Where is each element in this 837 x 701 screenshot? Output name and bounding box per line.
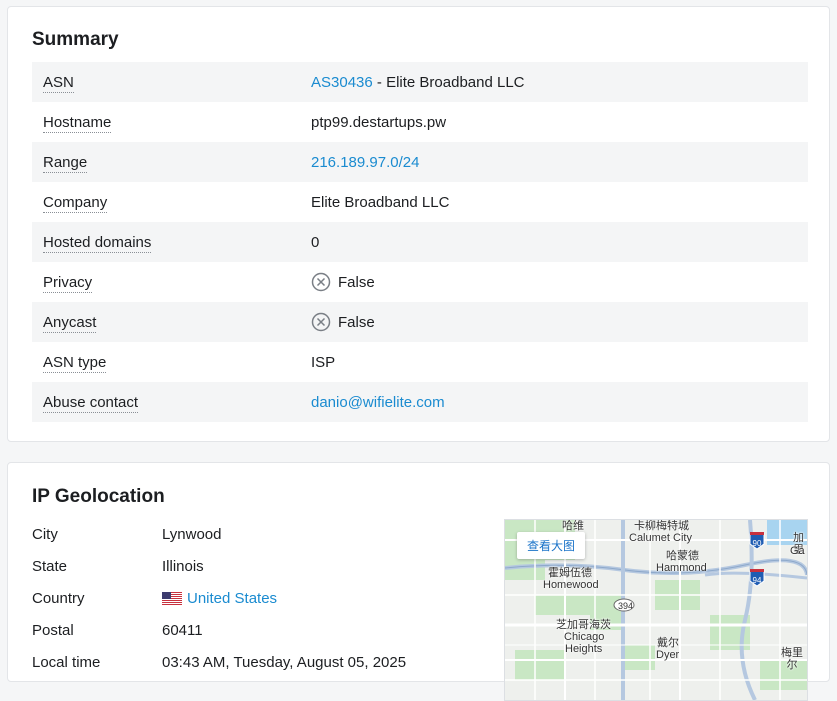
asn-label: ASN	[43, 73, 74, 93]
company-value: Elite Broadband LLC	[311, 193, 450, 211]
abuse-contact-label: Abuse contact	[43, 393, 139, 413]
map-label-chicago-heights-en2: Heights	[565, 643, 603, 655]
geo-row-city: City Lynwood	[32, 526, 222, 543]
anycast-value: False	[338, 313, 375, 331]
hosted-domains-value: 0	[311, 233, 320, 251]
map-label-merrillville-cn: 梅里尔	[781, 647, 803, 671]
country-label: Country	[32, 590, 85, 607]
company-label: Company	[43, 193, 108, 213]
row-hostname: Hostname ptp99.destartups.pw	[32, 102, 808, 142]
anycast-label: Anycast	[43, 313, 97, 333]
map-label-hwy-90: 90	[752, 539, 762, 548]
asn-org: - Elite Broadband LLC	[372, 73, 525, 91]
country-link[interactable]: United States	[187, 590, 277, 607]
us-flag-icon	[162, 592, 182, 605]
city-label: City	[32, 526, 58, 543]
abuse-contact-link[interactable]: danio@wifielite.com	[311, 394, 445, 411]
row-asn: ASN AS30436 - Elite Broadband LLC	[32, 62, 808, 102]
geo-row-local-time: Local time 03:43 AM, Tuesday, August 05,…	[32, 654, 406, 671]
summary-title: Summary	[32, 29, 119, 50]
map-label-chicago-heights-cn: 芝加哥海茨	[556, 619, 611, 631]
summary-card: Summary ASN AS30436 - Elite Broadband LL…	[7, 6, 830, 442]
row-range: Range 216.189.97.0/24	[32, 142, 808, 182]
map-label-calumet-cn: 卡柳梅特城	[634, 520, 689, 532]
view-larger-map-button[interactable]: 查看大图	[517, 532, 586, 559]
summary-table: ASN AS30436 - Elite Broadband LLC Hostna…	[32, 62, 808, 422]
location-map[interactable]: 查看大图 哈维 卡柳梅特城 Calumet City 哈蒙德 Hammond 霍…	[504, 519, 808, 701]
local-time-label: Local time	[32, 654, 101, 671]
asn-type-value: ISP	[311, 353, 336, 371]
city-value: Lynwood	[162, 526, 222, 543]
geo-row-postal: Postal 60411	[32, 622, 203, 639]
row-hosted-domains: Hosted domains 0	[32, 222, 808, 262]
map-label-hwy-94: 94	[752, 576, 762, 585]
map-label-hwy-394: 394	[618, 601, 634, 611]
map-label-top-cut: 哈维	[562, 520, 584, 532]
postal-label: Postal	[32, 622, 74, 639]
geo-row-country: Country United States	[32, 590, 277, 607]
geolocation-title: IP Geolocation	[32, 486, 165, 507]
row-anycast: Anycast False	[32, 302, 808, 342]
hostname-value: ptp99.destartups.pw	[311, 113, 447, 131]
postal-value: 60411	[162, 622, 203, 639]
hostname-label: Hostname	[43, 113, 112, 133]
local-time-value: 03:43 AM, Tuesday, August 05, 2025	[162, 654, 407, 671]
geo-row-state: State Illinois	[32, 558, 204, 575]
map-label-hammond-en: Hammond	[656, 562, 707, 574]
state-value: Illinois	[162, 558, 204, 575]
hosted-domains-label: Hosted domains	[43, 233, 152, 253]
row-asn-type: ASN type ISP	[32, 342, 808, 382]
row-abuse-contact: Abuse contact danio@wifielite.com	[32, 382, 808, 422]
map-label-hammond-cn: 哈蒙德	[666, 550, 699, 562]
map-label-dyer-en: Dyer	[656, 649, 680, 661]
geolocation-card: IP Geolocation City Lynwood State Illino…	[7, 462, 830, 701]
x-circle-icon	[311, 312, 331, 332]
x-circle-icon	[311, 272, 331, 292]
range-label: Range	[43, 153, 88, 173]
row-privacy: Privacy False	[32, 262, 808, 302]
asn-type-label: ASN type	[43, 353, 107, 373]
range-link[interactable]: 216.189.97.0/24	[311, 154, 419, 171]
map-label-dyer-cn: 戴尔	[657, 637, 679, 649]
map-label-gary-en: Ga	[790, 545, 805, 557]
map-label-chicago-heights-en1: Chicago	[564, 631, 605, 643]
row-company: Company Elite Broadband LLC	[32, 182, 808, 222]
map-label-calumet-en: Calumet City	[629, 532, 692, 544]
map-label-homewood-cn: 霍姆伍德	[548, 567, 592, 579]
privacy-value: False	[338, 273, 375, 291]
state-label: State	[32, 558, 68, 575]
map-label-homewood-en: Homewood	[543, 579, 599, 591]
privacy-label: Privacy	[43, 273, 93, 293]
asn-link[interactable]: AS30436	[311, 74, 373, 91]
